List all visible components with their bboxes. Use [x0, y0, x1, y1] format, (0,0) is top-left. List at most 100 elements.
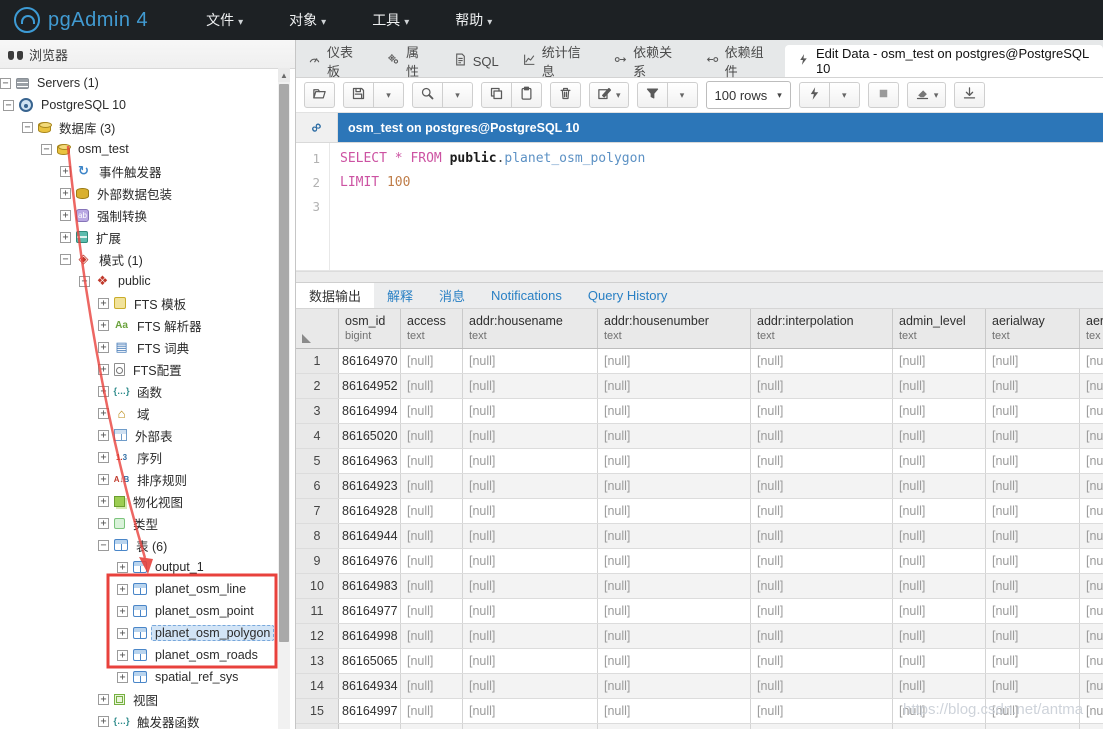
- data-cell-addr-interpolation[interactable]: [null]: [751, 474, 893, 498]
- data-cell-aer[interactable]: [nu: [1080, 624, 1103, 648]
- data-cell-admin_level[interactable]: [null]: [893, 449, 986, 473]
- data-cell-access[interactable]: [null]: [401, 599, 463, 623]
- tab-sql[interactable]: SQL: [442, 45, 511, 77]
- data-cell-access[interactable]: [null]: [401, 449, 463, 473]
- column-header-addr-housename[interactable]: addr:housename text: [463, 309, 598, 348]
- tree-item-planet_osm_roads[interactable]: + planet_osm_roads: [0, 644, 295, 666]
- output-tab-消息[interactable]: 消息: [426, 283, 478, 308]
- tree-item-planet_osm_polygon[interactable]: + planet_osm_polygon: [0, 622, 295, 644]
- row-number-cell[interactable]: 4: [296, 424, 339, 448]
- tree-item-spatial_ref_sys[interactable]: + spatial_ref_sys: [0, 666, 295, 688]
- data-cell-admin_level[interactable]: [null]: [893, 624, 986, 648]
- editor-code[interactable]: SELECT * FROM public.planet_osm_polygon L…: [330, 143, 645, 270]
- expand-icon[interactable]: +: [98, 319, 109, 331]
- row-number-cell[interactable]: 13: [296, 649, 339, 673]
- save-button[interactable]: [343, 82, 374, 108]
- tree-item--6-[interactable]: − 表 (6): [0, 534, 295, 556]
- row-number-cell[interactable]: 16: [296, 724, 339, 729]
- data-cell-addr-housenumber[interactable]: [null]: [598, 624, 751, 648]
- data-cell-access[interactable]: [null]: [401, 624, 463, 648]
- data-cell-addr-housenumber[interactable]: [null]: [598, 549, 751, 573]
- delete-row-button[interactable]: [550, 82, 581, 108]
- column-header-addr-housenumber[interactable]: addr:housenumber text: [598, 309, 751, 348]
- data-cell-access[interactable]: [null]: [401, 524, 463, 548]
- select-all-corner-cell[interactable]: [296, 309, 339, 348]
- menu-工具[interactable]: 工具 ▾: [372, 10, 409, 30]
- data-cell-osm_id[interactable]: 86164997: [339, 699, 401, 723]
- data-cell-osm_id[interactable]: 86164934: [339, 674, 401, 698]
- data-cell-admin_level[interactable]: [null]: [893, 524, 986, 548]
- data-cell-addr-housenumber[interactable]: [null]: [598, 424, 751, 448]
- data-cell-access[interactable]: [null]: [401, 549, 463, 573]
- data-cell-addr-housenumber[interactable]: [null]: [598, 349, 751, 373]
- data-cell-aer[interactable]: [nu: [1080, 674, 1103, 698]
- open-file-button[interactable]: [304, 82, 335, 108]
- data-cell-addr-interpolation[interactable]: [null]: [751, 599, 893, 623]
- menu-对象[interactable]: 对象 ▾: [289, 10, 326, 30]
- row-number-cell[interactable]: 3: [296, 399, 339, 423]
- data-cell-admin_level[interactable]: [null]: [893, 649, 986, 673]
- data-cell-osm_id[interactable]: 86164923: [339, 474, 401, 498]
- find-menu-button[interactable]: ▾: [443, 82, 473, 108]
- data-cell-access[interactable]: [null]: [401, 649, 463, 673]
- download-csv-button[interactable]: [954, 82, 986, 108]
- tree-item--[interactable]: + 排序规则: [0, 468, 295, 490]
- data-cell-aer[interactable]: [nu: [1080, 474, 1103, 498]
- data-cell-aer[interactable]: [nu: [1080, 399, 1103, 423]
- expand-icon[interactable]: +: [98, 297, 109, 309]
- tree-item--[interactable]: + 扩展: [0, 226, 295, 248]
- data-cell-access[interactable]: [null]: [401, 349, 463, 373]
- data-cell-addr-housename[interactable]: [null]: [463, 724, 598, 729]
- tree-item-fts-[interactable]: + FTS 解析器: [0, 314, 295, 336]
- row-number-cell[interactable]: 8: [296, 524, 339, 548]
- expand-icon[interactable]: +: [60, 187, 71, 199]
- tree-item--3-[interactable]: − 数据库 (3): [0, 116, 295, 138]
- row-number-cell[interactable]: 10: [296, 574, 339, 598]
- expand-icon[interactable]: +: [98, 495, 109, 507]
- data-cell-addr-housename[interactable]: [null]: [463, 549, 598, 573]
- expand-icon[interactable]: +: [117, 671, 128, 683]
- copy-button[interactable]: [481, 82, 512, 108]
- tree-item--[interactable]: + 触发器函数: [0, 710, 295, 729]
- data-cell-addr-interpolation[interactable]: [null]: [751, 374, 893, 398]
- data-cell-access[interactable]: [null]: [401, 474, 463, 498]
- data-cell-aerialway[interactable]: [null]: [986, 449, 1080, 473]
- data-cell-addr-housename[interactable]: [null]: [463, 474, 598, 498]
- data-cell-addr-housenumber[interactable]: [null]: [598, 699, 751, 723]
- data-cell-admin_level[interactable]: [null]: [893, 549, 986, 573]
- data-cell-addr-housenumber[interactable]: [null]: [598, 674, 751, 698]
- collapse-icon[interactable]: −: [41, 143, 52, 155]
- data-cell-addr-interpolation[interactable]: [null]: [751, 724, 893, 729]
- data-cell-osm_id[interactable]: 86165065: [339, 649, 401, 673]
- data-cell-admin_level[interactable]: [null]: [893, 674, 986, 698]
- tree-item--[interactable]: + 类型: [0, 512, 295, 534]
- data-cell-addr-housename[interactable]: [null]: [463, 649, 598, 673]
- execute-menu-button[interactable]: ▾: [829, 82, 860, 108]
- collapse-icon[interactable]: −: [0, 77, 11, 89]
- expand-icon[interactable]: +: [98, 517, 109, 529]
- data-cell-addr-housename[interactable]: [null]: [463, 574, 598, 598]
- expand-icon[interactable]: +: [117, 627, 128, 639]
- data-cell-addr-housename[interactable]: [null]: [463, 374, 598, 398]
- collapse-icon[interactable]: −: [60, 253, 71, 265]
- expand-icon[interactable]: +: [98, 451, 109, 463]
- output-tab-解释[interactable]: 解释: [374, 283, 426, 308]
- data-cell-addr-interpolation[interactable]: [null]: [751, 624, 893, 648]
- data-cell-addr-housenumber[interactable]: [null]: [598, 474, 751, 498]
- menu-帮助[interactable]: 帮助 ▾: [455, 10, 492, 30]
- data-cell-aer[interactable]: [nu: [1080, 349, 1103, 373]
- expand-icon[interactable]: +: [98, 407, 109, 419]
- rows-limit-select[interactable]: 100 rows ▾: [705, 81, 791, 109]
- expand-icon[interactable]: +: [98, 429, 109, 441]
- tree-item--[interactable]: + 序列: [0, 446, 295, 468]
- data-cell-addr-interpolation[interactable]: [null]: [751, 549, 893, 573]
- expand-icon[interactable]: +: [98, 473, 109, 485]
- data-cell-access[interactable]: [null]: [401, 424, 463, 448]
- data-cell-aer[interactable]: [nu: [1080, 449, 1103, 473]
- scrollbar-up-arrow[interactable]: ▲: [278, 68, 290, 82]
- tab-仪表板[interactable]: 仪表板: [296, 45, 375, 79]
- data-cell-aer[interactable]: [nu: [1080, 599, 1103, 623]
- data-cell-admin_level[interactable]: [null]: [893, 724, 986, 729]
- row-number-cell[interactable]: 9: [296, 549, 339, 573]
- data-cell-aerialway[interactable]: [null]: [986, 549, 1080, 573]
